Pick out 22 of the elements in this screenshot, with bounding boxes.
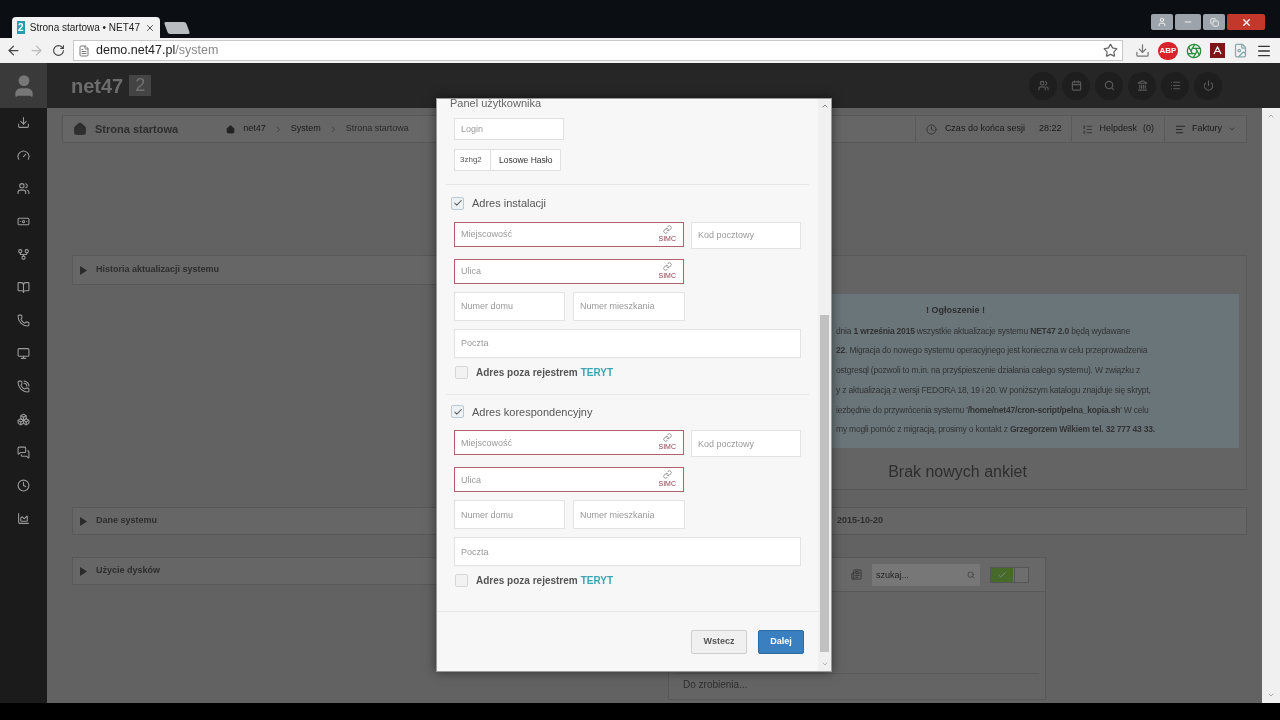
announcement-line: 22. Migracja do nowego systemu operacyjnego jest konieczna w celu przeprowadzenia xyxy=(836,344,1149,357)
dialog-title: Panel użytkownika xyxy=(449,97,543,109)
section-label: Adres instalacji xyxy=(472,196,546,211)
section-label: Adres korespondencyjny xyxy=(472,404,593,420)
page-title: Strona startowa xyxy=(95,121,179,137)
panel-title: Użycie dysków xyxy=(96,564,161,578)
favicon: 2 xyxy=(17,21,25,34)
panel-title: Dane systemu xyxy=(96,514,158,528)
tab-title: Strona startowa • NET47 xyxy=(29,21,140,35)
helpdesk-count: (0) xyxy=(1143,122,1154,136)
session-label: Czas do końca sesji xyxy=(944,122,1025,136)
checkbox-label: Adres poza rejestrem xyxy=(476,574,578,588)
announcement-line: ostgresql (pozwoli to m.in. na przyśpieszenie działania całego systemu). W związku z xyxy=(836,364,1141,377)
system-date: 2015-10-20 xyxy=(837,514,884,528)
panel-title: Historia aktualizacji systemu xyxy=(96,263,220,277)
announcement-heading: ! Ogłoszenie ! xyxy=(925,304,986,317)
announcement-line: dnia 1 września 2015 wszystkie aktualizacje systemu NET47 2.0 będą wydawane xyxy=(836,324,1132,338)
logo-text: net47 xyxy=(71,73,124,99)
announcement-line: iezbędnie do przywrócenia systemu '/home/net47/cron-script/pelna_kopia.sh' W celu xyxy=(836,403,1150,417)
session-time: 28:22 xyxy=(1038,122,1062,136)
checkbox-label: Adres poza rejestrem xyxy=(476,365,578,380)
url-text: demo.net47.pl/system xyxy=(96,42,219,60)
